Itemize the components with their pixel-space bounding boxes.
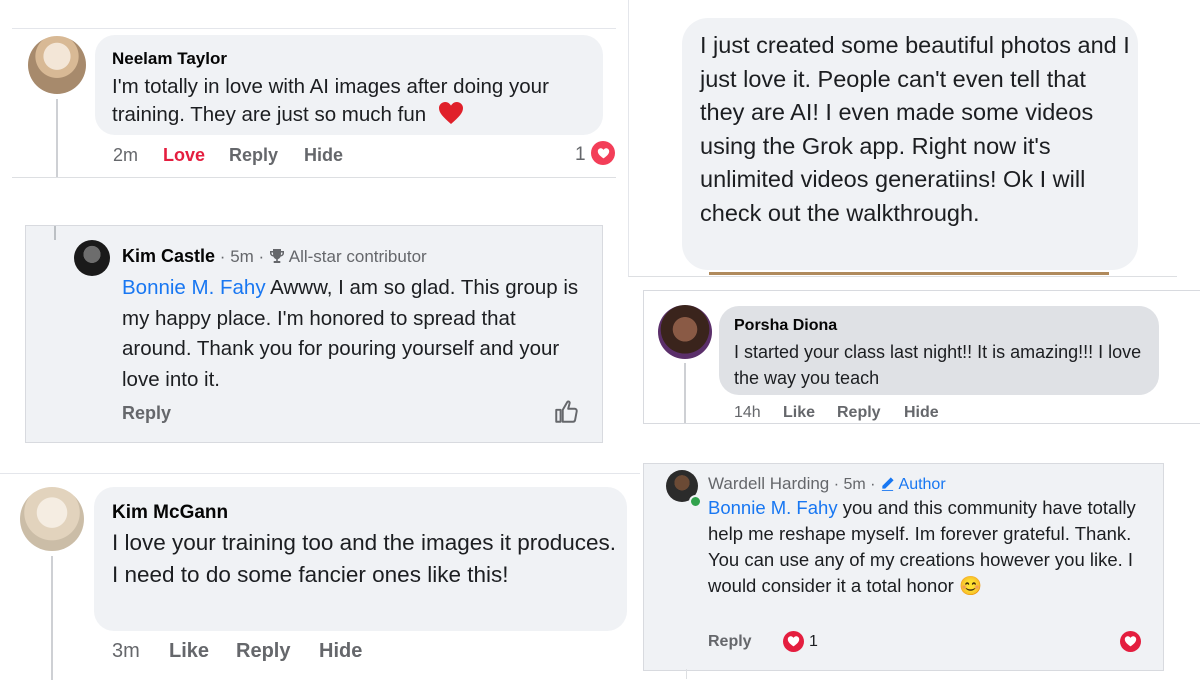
comment-card-neelam: Neelam Taylor I'm totally in love with A… <box>12 28 616 178</box>
like-button[interactable]: Like <box>783 404 815 422</box>
contributor-badge[interactable]: All-star contributor <box>289 247 427 266</box>
mention-link[interactable]: Bonnie M. Fahy <box>122 276 266 299</box>
separator: · <box>219 247 226 266</box>
comment-card-walkthrough: I just created some beautiful photos and… <box>628 0 1177 277</box>
reply-button[interactable]: Reply <box>708 633 752 651</box>
avatar[interactable] <box>20 487 84 551</box>
comment-body: I love your training too and the images … <box>112 530 617 587</box>
hide-button[interactable]: Hide <box>319 640 362 663</box>
pencil-icon <box>880 476 895 496</box>
comment-card-wardell: Wardell Harding · 5m · Author Bonnie M. … <box>643 463 1164 671</box>
comment-header: Wardell Harding · 5m · Author <box>708 474 946 496</box>
thread-line <box>51 556 53 680</box>
separator: · <box>833 476 840 493</box>
timestamp[interactable]: 2m <box>113 145 138 166</box>
author-badge[interactable]: Author <box>899 476 946 493</box>
divider-vertical <box>686 669 687 679</box>
author-name[interactable]: Kim Castle <box>122 246 215 266</box>
comment-text: Bonnie M. Fahy Awww, I am so glad. This … <box>122 273 582 395</box>
like-thumb-icon[interactable] <box>553 399 579 430</box>
love-reaction-icon[interactable] <box>591 141 615 165</box>
comment-bubble: Kim McGann I love your training too and … <box>94 487 627 631</box>
timestamp[interactable]: 3m <box>112 640 140 663</box>
comment-bubble: Porsha Diona I started your class last n… <box>719 306 1159 395</box>
reply-button[interactable]: Reply <box>229 145 278 166</box>
comment-bubble: Neelam Taylor I'm totally in love with A… <box>95 35 603 135</box>
comment-body: I started your class last night!! It is … <box>734 342 1142 388</box>
timestamp[interactable]: 5m <box>230 247 254 266</box>
hide-button[interactable]: Hide <box>904 404 939 422</box>
author-name[interactable]: Porsha Diona <box>734 317 837 335</box>
smile-emoji: 😊 <box>958 575 982 596</box>
reply-button[interactable]: Reply <box>837 404 881 422</box>
avatar[interactable] <box>74 240 110 276</box>
reaction-count[interactable]: 1 <box>575 144 586 166</box>
comment-text: I'm totally in love with AI images after… <box>112 73 592 133</box>
comment-bubble: I just created some beautiful photos and… <box>682 18 1138 270</box>
timestamp[interactable]: 5m <box>843 476 865 493</box>
timestamp[interactable]: 14h <box>734 404 761 422</box>
author-name[interactable]: Neelam Taylor <box>112 49 227 69</box>
reaction-count[interactable]: 1 <box>809 633 818 651</box>
reply-button[interactable]: Reply <box>122 403 171 424</box>
author-name[interactable]: Kim McGann <box>112 502 228 524</box>
comment-card-porsha: Porsha Diona I started your class last n… <box>643 290 1200 424</box>
love-reaction-icon[interactable] <box>783 631 804 652</box>
thread-line <box>684 363 686 423</box>
mention-link[interactable]: Bonnie M. Fahy <box>708 497 838 518</box>
avatar[interactable] <box>658 305 712 359</box>
trophy-icon <box>269 248 285 269</box>
comment-text: Bonnie M. Fahy you and this community ha… <box>708 495 1153 599</box>
comment-card-kim-castle: Kim Castle · 5m · All-star contributor B… <box>25 225 603 443</box>
image-preview-strip <box>709 272 1109 275</box>
red-heart-emoji <box>438 101 464 133</box>
thread-line <box>54 226 56 240</box>
online-status-dot <box>689 495 702 508</box>
comment-card-kim-mcgann: Kim McGann I love your training too and … <box>0 473 640 680</box>
avatar[interactable] <box>28 36 86 94</box>
hide-button[interactable]: Hide <box>304 145 343 166</box>
thread-line <box>56 99 58 177</box>
separator: · <box>258 247 265 266</box>
comment-header: Kim Castle · 5m · All-star contributor <box>122 246 427 269</box>
like-button[interactable]: Like <box>169 640 209 663</box>
comment-body: I'm totally in love with AI images after… <box>112 75 549 126</box>
reply-button[interactable]: Reply <box>236 640 290 663</box>
author-name[interactable]: Wardell Harding <box>708 474 829 493</box>
love-button-icon[interactable] <box>1120 631 1141 652</box>
love-button[interactable]: Love <box>163 145 205 166</box>
comment-body: I just created some beautiful photos and… <box>700 32 1130 226</box>
separator: · <box>870 476 876 493</box>
